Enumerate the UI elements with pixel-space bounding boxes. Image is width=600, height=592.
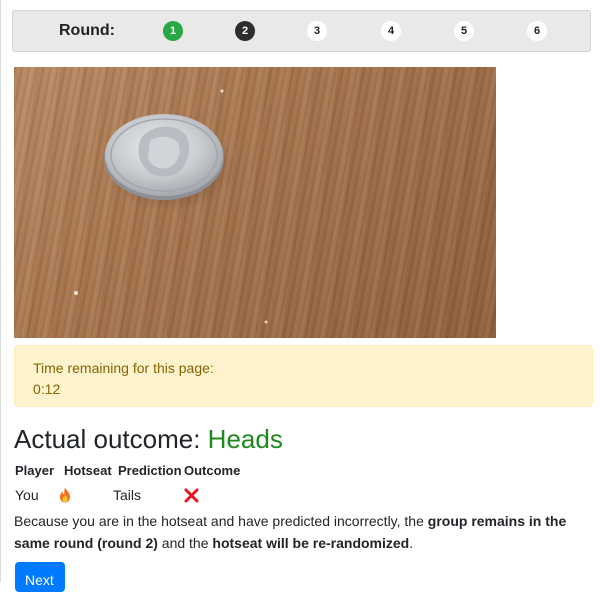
fire-icon	[60, 487, 70, 503]
round-3-indicator: 3	[307, 21, 327, 41]
timer-alert: Time remaining for this page: 0:12	[14, 345, 593, 407]
round-6-indicator: 6	[527, 21, 547, 41]
message-bold-hotseat: hotseat will be re-randomized	[212, 535, 410, 551]
column-header-prediction: Prediction	[118, 463, 182, 478]
column-header-player: Player	[15, 463, 55, 478]
prediction-cell: Tails	[113, 487, 142, 503]
result-message: Because you are in the hotseat and have …	[14, 510, 590, 554]
round-4-indicator: 4	[381, 21, 401, 41]
actual-outcome-heading: Actual outcome: Heads	[14, 424, 283, 455]
actual-outcome-prefix: Actual outcome:	[14, 424, 201, 454]
coin-toss-photo	[14, 67, 496, 338]
round-navigation-bar: Round: 1 2 3 4 5 6	[12, 10, 591, 52]
x-icon	[184, 488, 199, 503]
round-2-indicator: 2	[235, 21, 255, 41]
message-text-1: Because you are in the hotseat and have …	[14, 513, 428, 529]
actual-outcome-result: Heads	[207, 424, 283, 454]
message-text-2: and the	[157, 535, 213, 551]
page-left-border	[0, 0, 1, 582]
round-1-indicator: 1	[163, 21, 183, 41]
timer-label: Time remaining for this page:	[33, 360, 214, 376]
timer-value: 0:12	[33, 381, 61, 397]
next-button[interactable]: Next	[15, 562, 65, 592]
message-text-3: .	[409, 535, 414, 551]
round-5-indicator: 5	[454, 21, 474, 41]
coin-image	[74, 89, 268, 324]
player-cell: You	[15, 487, 39, 503]
column-header-hotseat: Hotseat	[64, 463, 112, 478]
round-label: Round:	[59, 22, 115, 39]
column-header-outcome: Outcome	[184, 463, 241, 478]
